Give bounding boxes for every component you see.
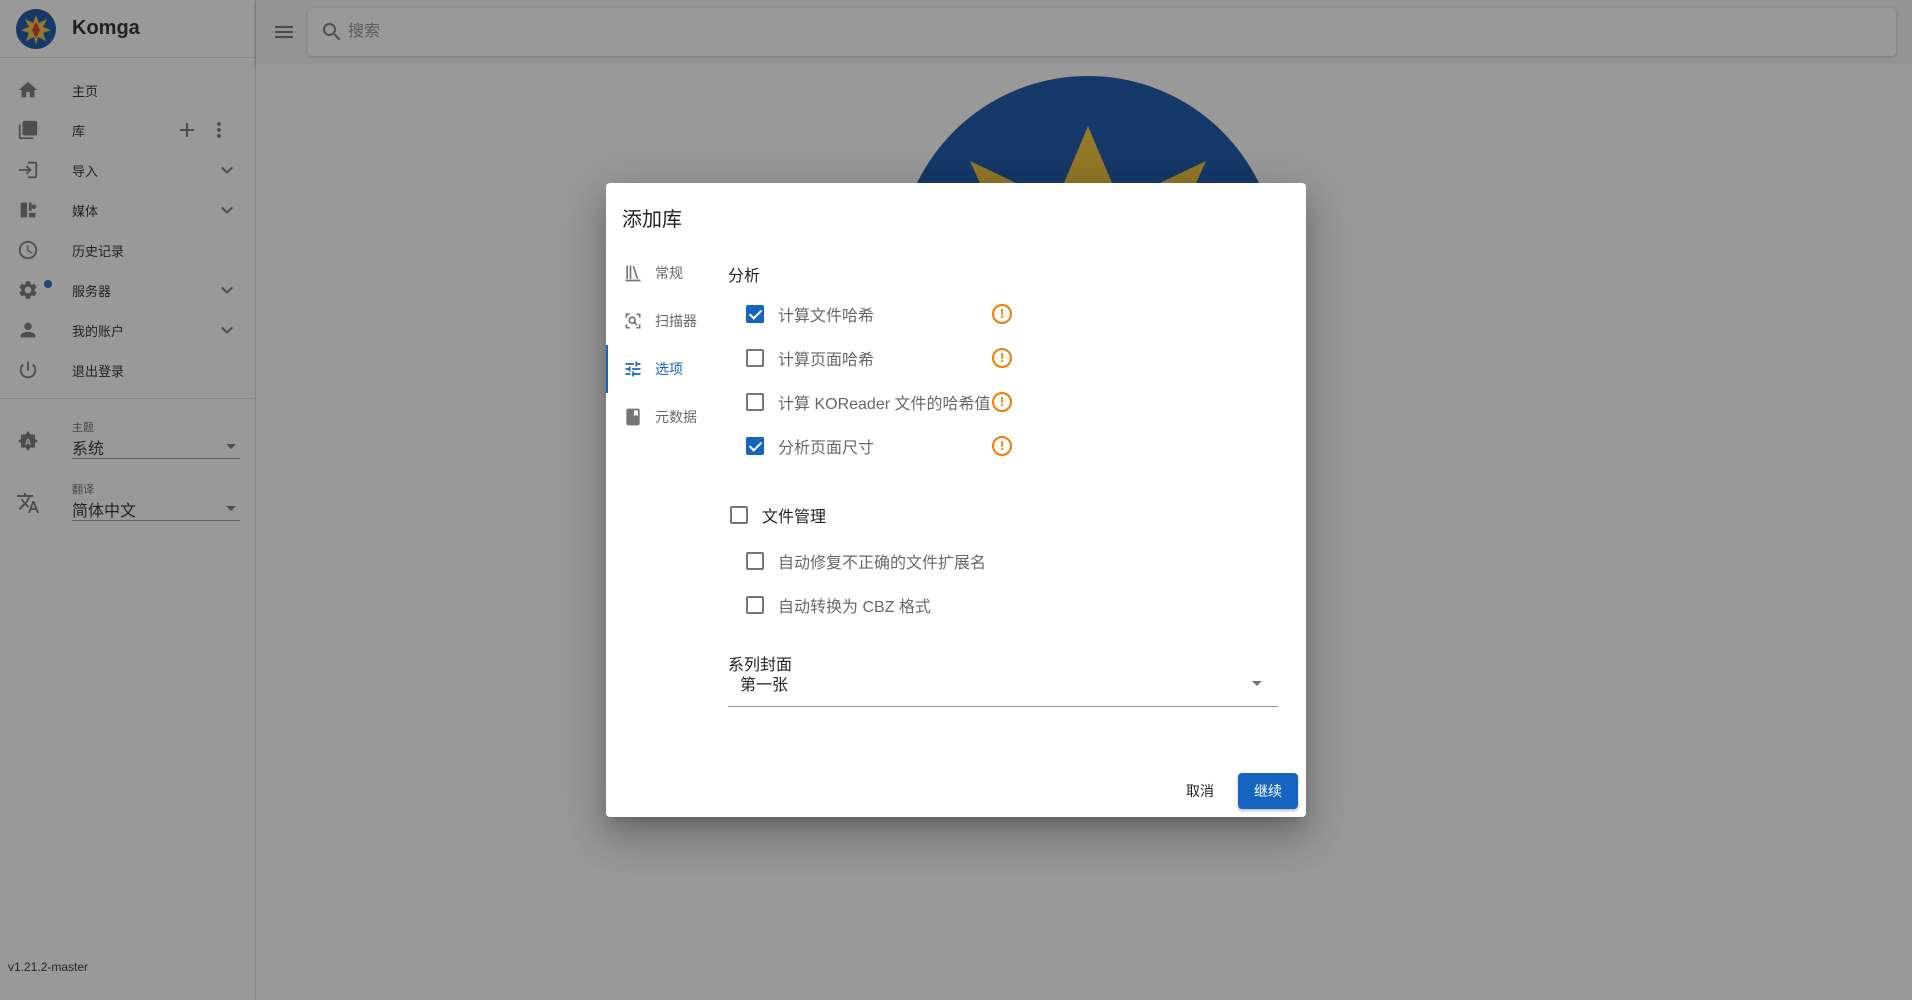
warning-icon: !: [992, 436, 1012, 456]
checkbox-icon[interactable]: [730, 506, 748, 524]
option-label: 计算文件哈希: [778, 308, 875, 325]
cancel-button[interactable]: 取消: [1170, 773, 1230, 809]
tab-label: 常规: [655, 265, 683, 281]
bookshelf-icon: [622, 262, 644, 284]
checkbox-icon[interactable]: [746, 393, 764, 411]
tab-label: 扫描器: [655, 313, 697, 329]
warning-icon: !: [992, 348, 1012, 368]
series-cover-value: 第一张: [740, 677, 789, 694]
dropdown-caret-icon: [1252, 681, 1262, 686]
tab-metadata[interactable]: 元数据: [606, 393, 716, 441]
option-analyze-dimensions[interactable]: 分析页面尺寸: [746, 432, 874, 460]
warning-icon: !: [992, 304, 1012, 324]
scanner-icon: [622, 310, 644, 332]
tune-icon: [622, 358, 644, 380]
option-label: 分析页面尺寸: [778, 440, 875, 457]
tab-label: 元数据: [655, 409, 697, 425]
dialog-title: 添加库: [622, 209, 682, 231]
checkbox-checked-icon[interactable]: [746, 437, 764, 455]
checkbox-icon[interactable]: [746, 349, 764, 367]
tab-label: 选项: [655, 361, 683, 377]
warning-icon: !: [992, 392, 1012, 412]
metadata-icon: [622, 406, 644, 428]
checkbox-icon[interactable]: [746, 596, 764, 614]
option-koreader-hash[interactable]: 计算 KOReader 文件的哈希值: [746, 388, 991, 416]
continue-button[interactable]: 继续: [1238, 773, 1298, 809]
option-repair-extensions[interactable]: 自动修复不正确的文件扩展名: [746, 547, 986, 575]
add-library-dialog: 添加库 常规 扫描器 选项 元数据 分析 计算文件哈希 ! 计算页面哈希 ! 计…: [606, 183, 1306, 817]
option-label: 计算 KOReader 文件的哈希值: [778, 396, 991, 413]
option-label: 计算页面哈希: [778, 352, 875, 369]
analysis-section-title: 分析: [728, 268, 761, 285]
dialog-tabs: 常规 扫描器 选项 元数据: [606, 249, 716, 441]
option-convert-cbz[interactable]: 自动转换为 CBZ 格式: [746, 591, 931, 619]
dialog-actions: 取消 继续: [1170, 773, 1298, 809]
option-file-hash[interactable]: 计算文件哈希: [746, 300, 874, 328]
option-page-hash[interactable]: 计算页面哈希: [746, 344, 874, 372]
option-file-management[interactable]: 文件管理: [730, 501, 826, 529]
option-label: 文件管理: [762, 509, 827, 526]
checkbox-checked-icon[interactable]: [746, 305, 764, 323]
series-cover-select[interactable]: 第一张: [728, 659, 1278, 707]
checkbox-icon[interactable]: [746, 552, 764, 570]
tab-scanner[interactable]: 扫描器: [606, 297, 716, 345]
tab-options[interactable]: 选项: [606, 345, 716, 393]
option-label: 自动转换为 CBZ 格式: [778, 599, 931, 616]
option-label: 自动修复不正确的文件扩展名: [778, 555, 987, 572]
tab-general[interactable]: 常规: [606, 249, 716, 297]
